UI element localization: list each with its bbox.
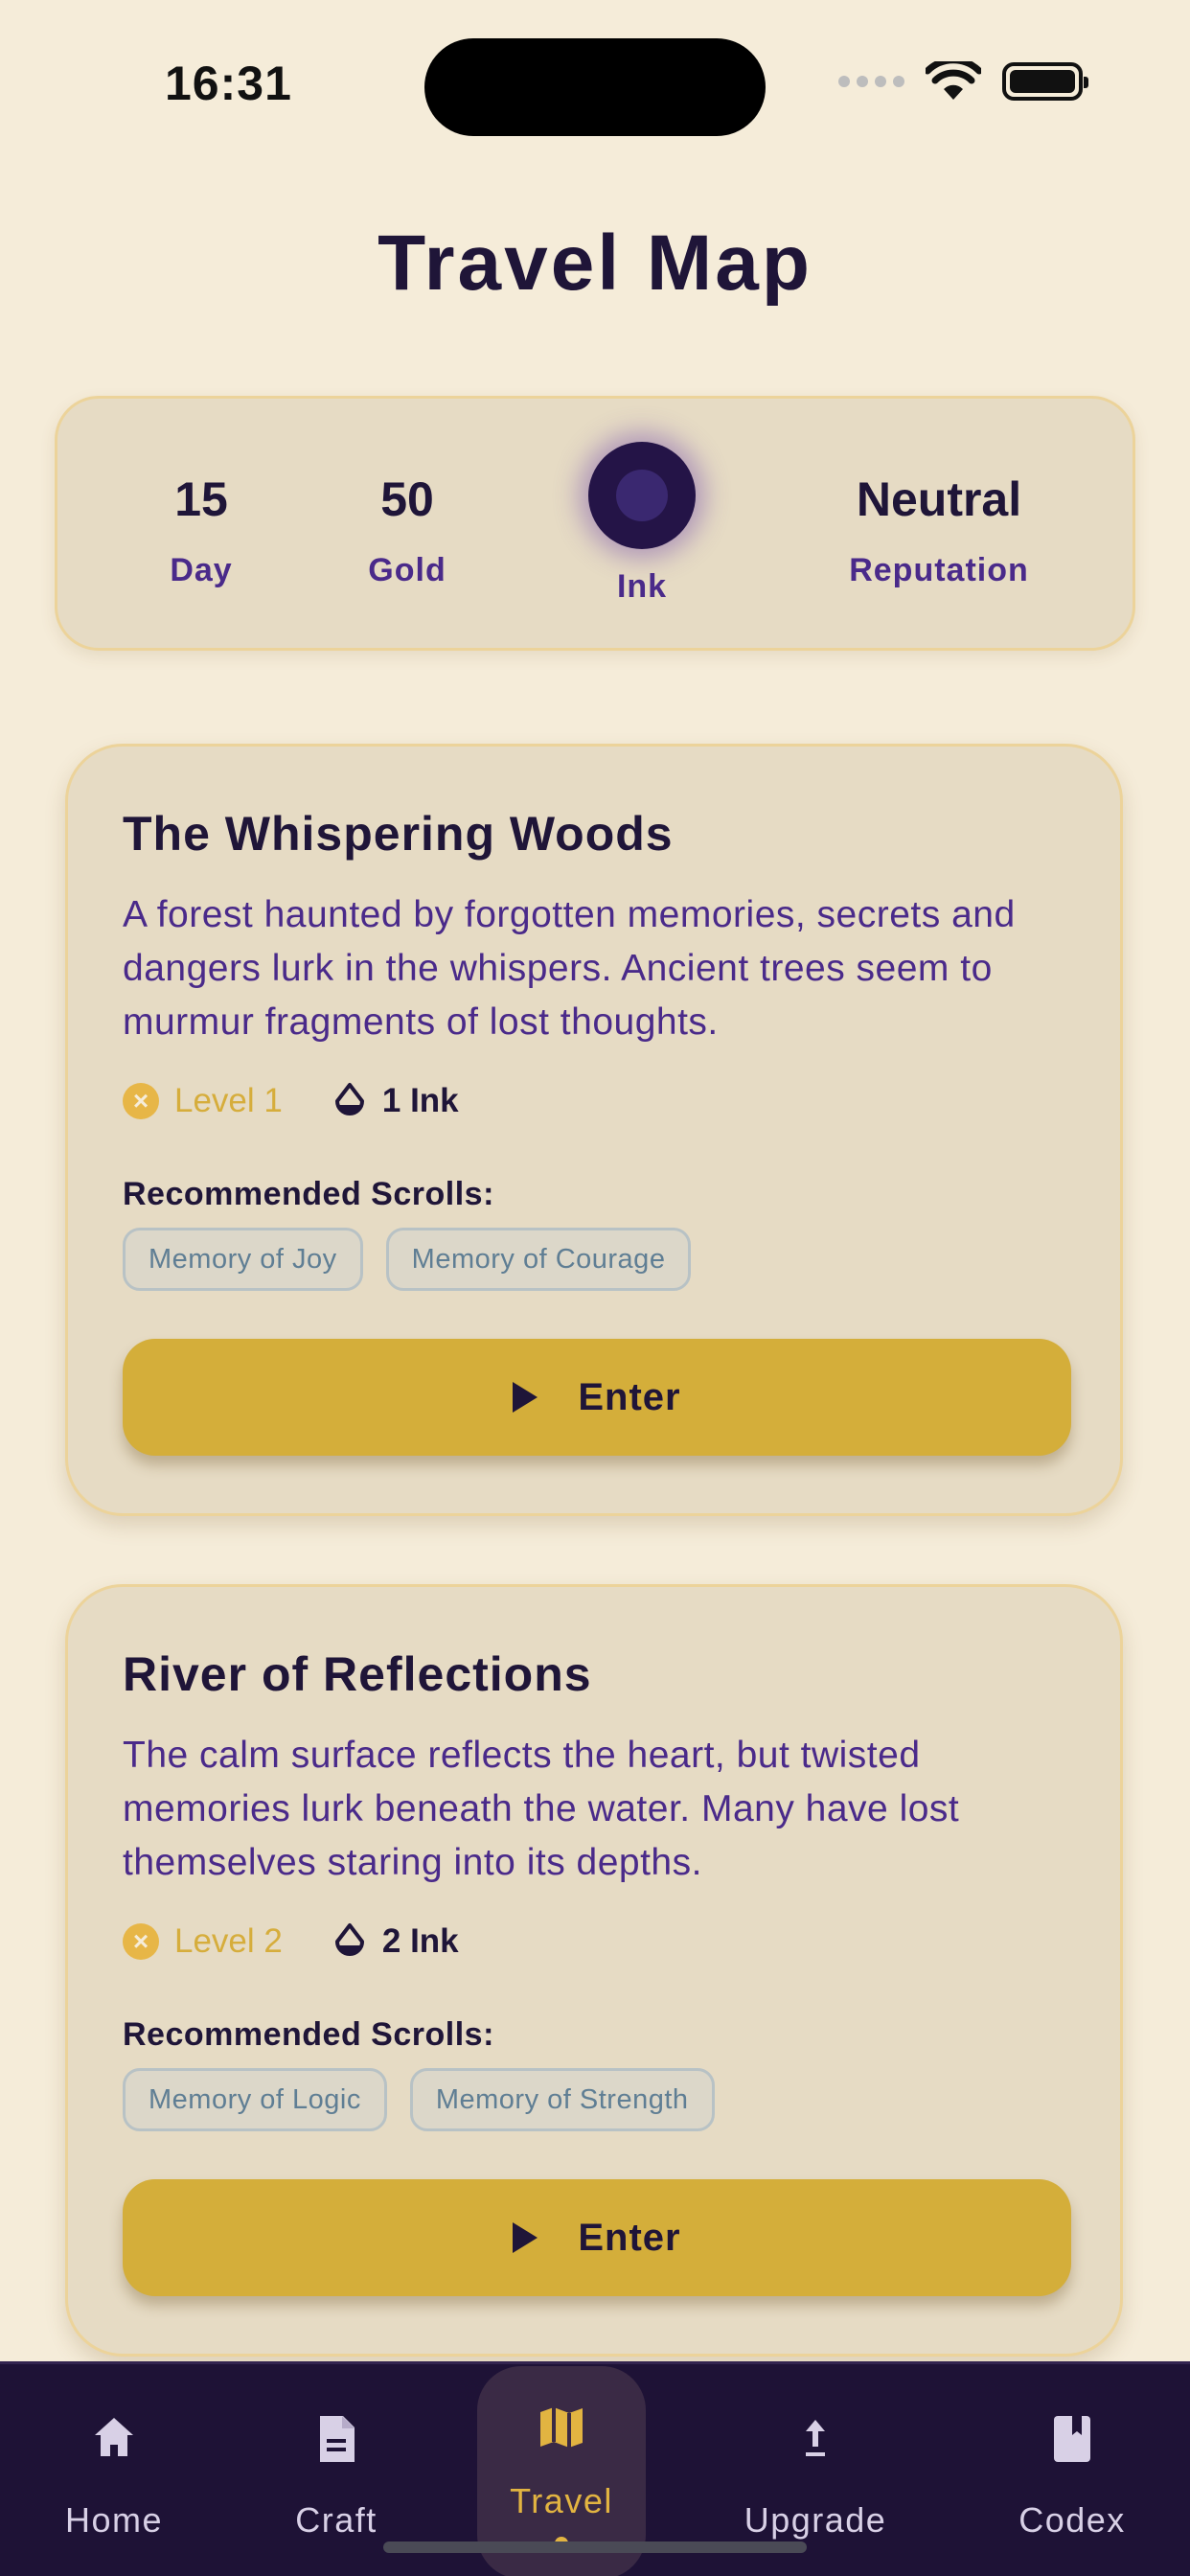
nav-label: Home — [64, 2500, 164, 2540]
location-description: The calm surface reflects the heart, but… — [123, 1735, 960, 1883]
nav-label: Travel — [510, 2481, 613, 2520]
enter-button[interactable]: Enter — [123, 2179, 1071, 2296]
nav-item-codex[interactable]: Codex — [996, 2364, 1148, 2576]
dynamic-island — [424, 38, 766, 136]
status-indicators — [838, 61, 1088, 102]
battery-icon — [1002, 62, 1088, 101]
nav-label: Craft — [295, 2500, 378, 2540]
home-icon — [95, 2418, 133, 2456]
day-value: 15 — [174, 472, 228, 526]
play-icon — [513, 1382, 538, 1413]
location-meta: × Level 1 1 Ink — [123, 1082, 459, 1120]
gold-label: Gold — [368, 552, 446, 588]
stat-day: 15 Day — [144, 472, 259, 589]
status-time: 16:31 — [165, 57, 292, 110]
reputation-value: Neutral — [856, 472, 1022, 526]
location-card: River of Reflections The calm surface re… — [65, 1584, 1123, 2357]
cellular-signal-icon — [838, 76, 904, 87]
travel-map-screen: 16:31 Travel Map 15 Day 50 Gold Ink Neut… — [0, 0, 1190, 2576]
scroll-chip: Memory of Joy — [123, 1228, 363, 1291]
nav-label: Codex — [1018, 2500, 1126, 2540]
page-title: Travel Map — [378, 219, 812, 307]
location-title: River of Reflections — [123, 1647, 592, 1701]
stat-reputation: Neutral Reputation — [814, 472, 1064, 589]
scroll-chip: Memory of Strength — [409, 2068, 715, 2131]
enter-button-label: Enter — [578, 2216, 681, 2259]
ink-label: Ink — [616, 568, 668, 605]
stat-gold: 50 Gold — [345, 472, 469, 589]
reputation-label: Reputation — [849, 552, 1029, 588]
book-icon — [1054, 2416, 1090, 2462]
stat-ink: Ink — [580, 442, 704, 606]
recommended-scrolls-label: Recommended Scrolls: — [123, 1176, 494, 1212]
scroll-chips: Memory of Joy Memory of Courage — [123, 1228, 692, 1291]
nav-item-home[interactable]: Home — [38, 2364, 190, 2576]
ink-drop-icon — [334, 1923, 364, 1956]
location-title: The Whispering Woods — [123, 807, 674, 861]
location-description: A forest haunted by forgotten memories, … — [123, 894, 1016, 1043]
wifi-icon — [926, 61, 981, 100]
stats-panel: 15 Day 50 Gold Ink Neutral Reputation — [55, 396, 1135, 651]
level-text: Level 1 — [174, 1082, 283, 1119]
ink-orb-icon — [588, 442, 696, 549]
ink-drop-icon — [334, 1083, 364, 1116]
scroll-chip: Memory of Courage — [385, 1228, 692, 1291]
level-icon: × — [123, 1083, 159, 1119]
location-card: The Whispering Woods A forest haunted by… — [65, 744, 1123, 1516]
day-label: Day — [170, 552, 233, 588]
document-icon — [320, 2416, 355, 2462]
home-indicator[interactable] — [383, 2542, 807, 2553]
level-text: Level 2 — [174, 1922, 283, 1960]
scroll-chip: Memory of Logic — [123, 2068, 387, 2131]
gold-value: 50 — [380, 472, 434, 526]
enter-button[interactable]: Enter — [123, 1339, 1071, 1456]
level-icon: × — [123, 1923, 159, 1960]
ink-cost: 2 Ink — [381, 1922, 459, 1960]
enter-button-label: Enter — [578, 1375, 681, 1418]
ink-cost: 1 Ink — [381, 1082, 459, 1119]
nav-label: Upgrade — [744, 2500, 887, 2540]
play-icon — [513, 2222, 538, 2253]
upload-arrow-icon — [806, 2420, 825, 2456]
location-meta: × Level 2 2 Ink — [123, 1922, 459, 1961]
scroll-chips: Memory of Logic Memory of Strength — [123, 2068, 715, 2131]
map-icon — [540, 2407, 583, 2448]
recommended-scrolls-label: Recommended Scrolls: — [123, 2016, 494, 2053]
